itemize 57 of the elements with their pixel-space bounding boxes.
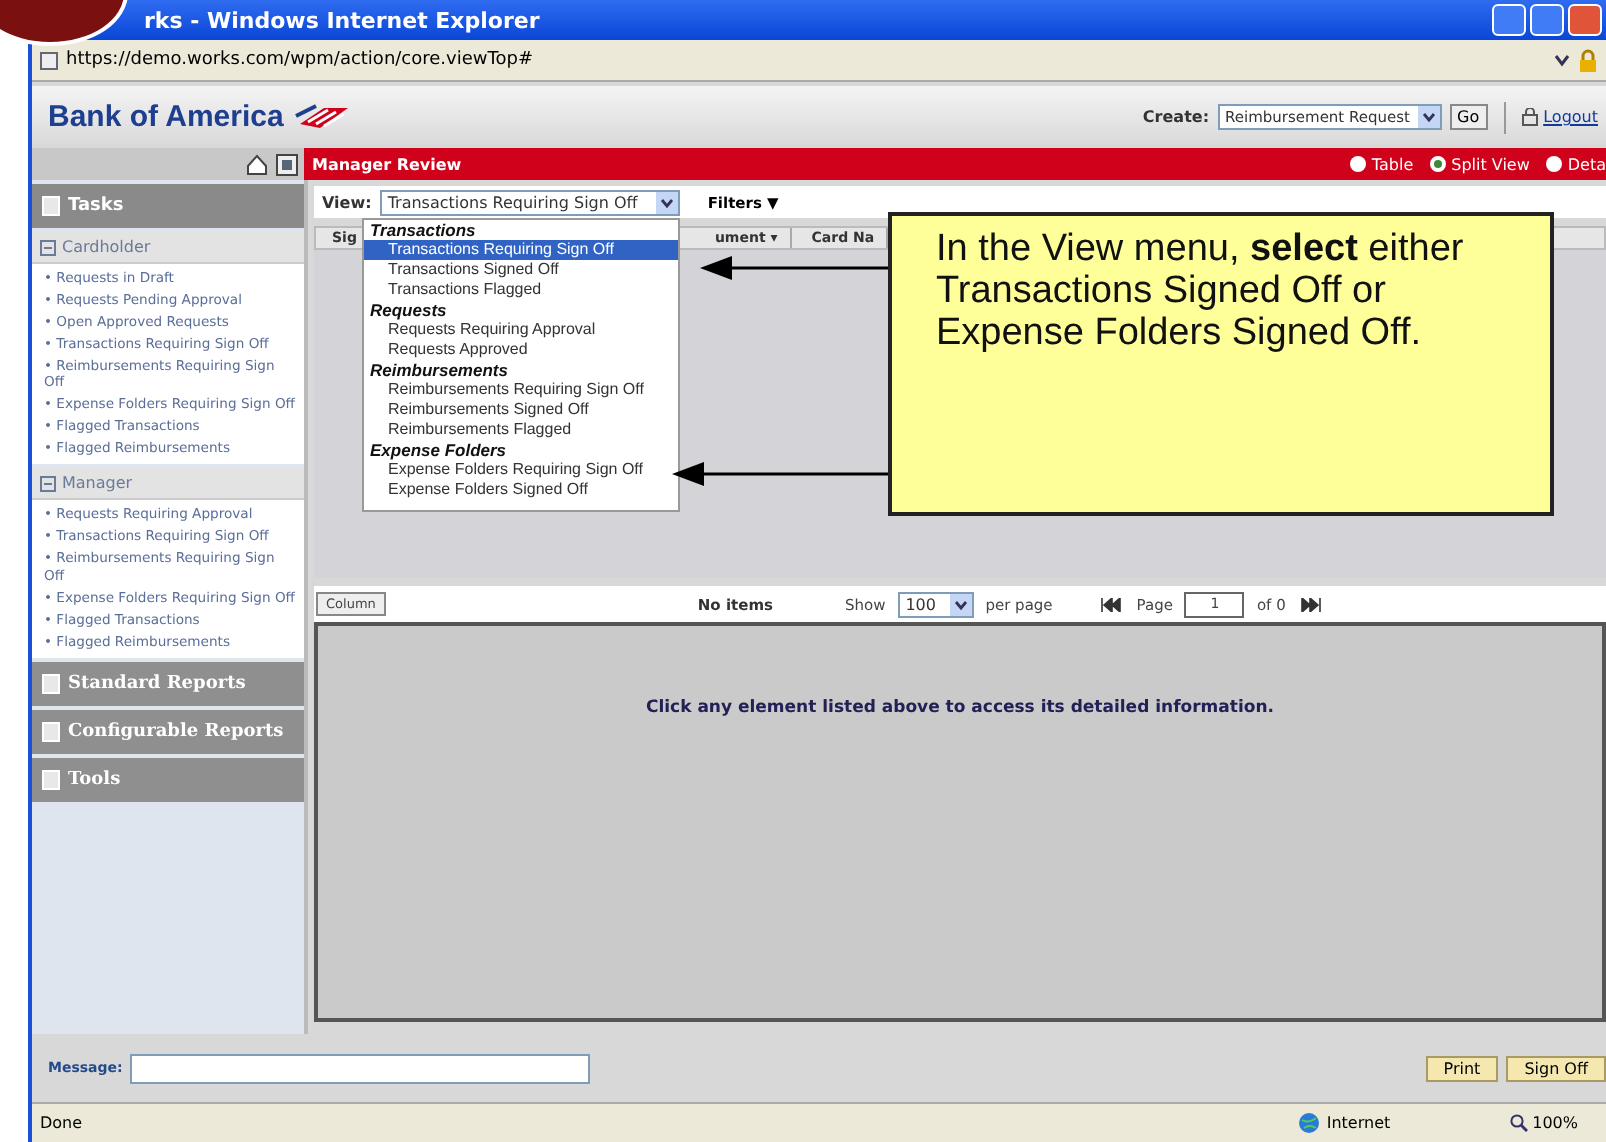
detail-message: Click any element listed above to access its detailed information. [645, 698, 1274, 718]
logo-text: Bank of America [48, 100, 284, 134]
menu-item[interactable]: Reimbursements Requiring Sign Off [364, 380, 678, 400]
create-label: Create: [1142, 108, 1210, 126]
report-icon [42, 673, 60, 694]
globe-icon [1298, 1112, 1321, 1134]
last-page-icon[interactable] [1297, 597, 1322, 611]
view-label: View: [322, 193, 372, 211]
logout-link[interactable]: Logout [1543, 108, 1598, 126]
menu-item[interactable]: Requests Approved [364, 340, 678, 360]
footer-button[interactable]: Sign Off [1506, 1055, 1606, 1081]
footer-button[interactable]: Print [1425, 1055, 1499, 1081]
radio-dot[interactable] [1349, 156, 1366, 172]
flag-logo-icon [291, 103, 352, 131]
message-field[interactable] [130, 1053, 591, 1083]
menu-item[interactable]: Transactions Flagged [364, 280, 678, 300]
menu-item[interactable]: Reimbursements Signed Off [364, 400, 678, 420]
radio-dot[interactable] [1429, 156, 1446, 172]
zoom-icon[interactable] [1510, 1114, 1529, 1132]
view-mode-radio[interactable]: Split View [1429, 155, 1530, 173]
dropdown-icon[interactable] [1417, 106, 1440, 128]
window-title: rks - Windows Internet Explorer [144, 7, 542, 33]
menu-item[interactable]: Transactions Requiring Sign Off [364, 240, 678, 260]
home-icon[interactable] [246, 153, 268, 175]
zoom-level[interactable]: 100% [1532, 1114, 1578, 1132]
collapse-icon[interactable] [40, 239, 56, 255]
menu-item[interactable]: Expense Folders Requiring Sign Off [364, 460, 678, 480]
tasks-icon [42, 196, 60, 216]
go-button[interactable]: Go [1449, 104, 1488, 130]
security-zone: Internet [1326, 1114, 1391, 1132]
dropdown-icon[interactable] [655, 191, 678, 213]
status-text: Done [40, 1114, 83, 1132]
page-icon [40, 51, 58, 69]
menu-item[interactable]: Reimbursements Flagged [364, 420, 678, 440]
menu-group-label: Expense Folders [368, 440, 509, 460]
menu-item[interactable]: Transactions Signed Off [364, 260, 678, 280]
panel-icon[interactable] [276, 153, 298, 175]
radio-dot[interactable] [1545, 156, 1562, 172]
view-mode-radio[interactable]: Table [1349, 155, 1414, 173]
collapse-icon[interactable] [40, 475, 56, 492]
view-mode-radio[interactable]: Deta [1545, 155, 1606, 173]
menu-item[interactable]: Requests Requiring Approval [364, 320, 678, 340]
dropdown-icon[interactable] [1554, 52, 1570, 68]
report-icon [42, 721, 60, 742]
first-page-icon[interactable] [1100, 597, 1125, 611]
menu-group-label: Requests [368, 300, 449, 320]
view-select[interactable]: Transactions Requiring Sign Off [379, 189, 680, 215]
report-icon [42, 769, 60, 790]
dropdown-icon[interactable] [949, 593, 972, 615]
callout-note: In the View menu, select either Transactions Signed Off or Expense Folders Signed Off. [888, 212, 1554, 516]
menu-item[interactable]: Expense Folders Signed Off [364, 480, 678, 500]
lock-icon [1521, 108, 1538, 126]
menu-group-label: Reimbursements [368, 360, 510, 380]
page-title: Manager Review [312, 155, 462, 173]
lock-icon [1578, 48, 1598, 72]
per-page-select[interactable]: 100 [897, 591, 974, 617]
menu-group-label: Transactions [368, 220, 478, 240]
